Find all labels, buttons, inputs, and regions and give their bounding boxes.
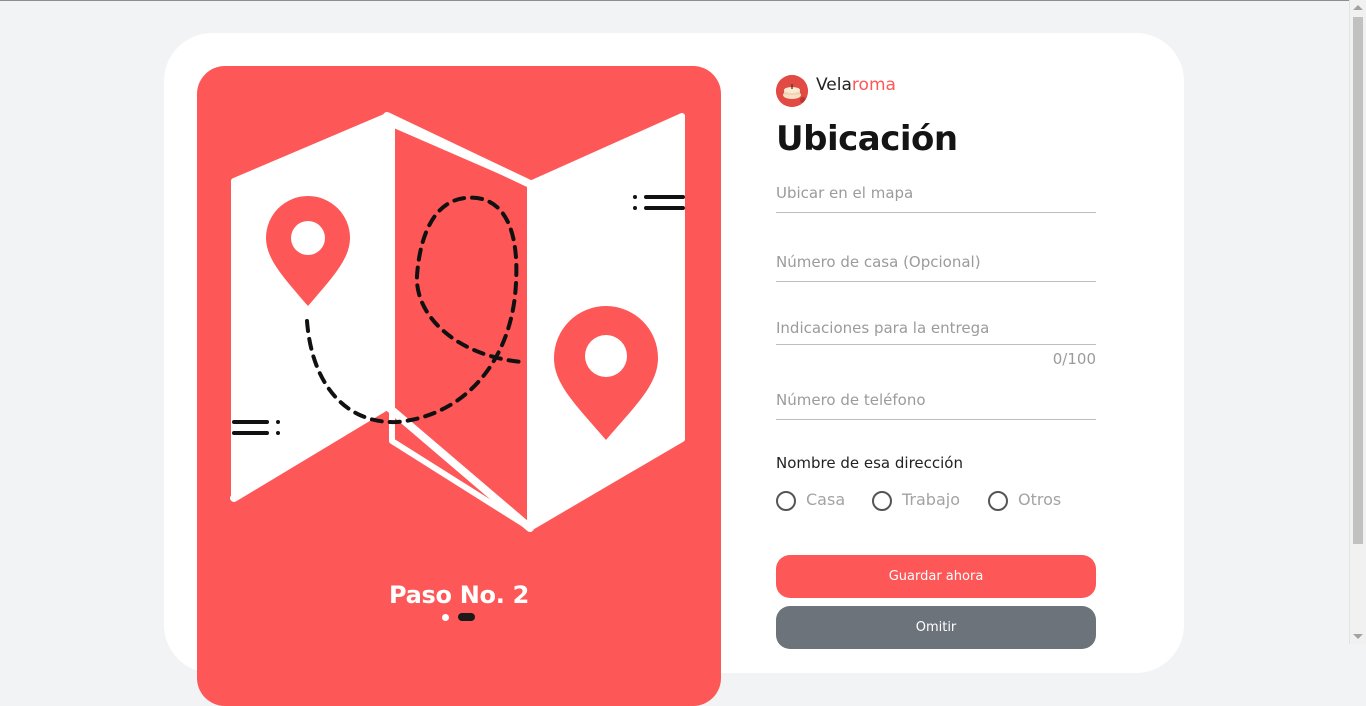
scrollbar-thumb[interactable] (1353, 17, 1363, 544)
step-indicator (197, 613, 721, 623)
delivery-instructions-field[interactable]: Indicaciones para la entrega (776, 318, 1096, 345)
radio-label[interactable]: Otros (1018, 490, 1061, 509)
skip-button[interactable]: Omitir (776, 606, 1096, 649)
phone-number-field[interactable]: Número de teléfono (776, 390, 1096, 420)
step-label: Paso No. 2 (388, 581, 530, 609)
map-illustration-panel: Paso No. 2 (197, 66, 721, 706)
vertical-scrollbar[interactable] (1349, 0, 1366, 644)
scroll-down-arrow-icon[interactable] (1353, 634, 1363, 639)
step-dot-1[interactable] (442, 614, 449, 621)
location-form: Velaroma Ubicación Ubicar en el mapa Núm… (776, 33, 1106, 673)
map-panel-left (231, 113, 395, 501)
radio-otros[interactable]: Otros (988, 490, 1078, 512)
house-number-placeholder: Número de casa (Opcional) (776, 253, 981, 271)
scroll-up-arrow-icon[interactable] (1353, 5, 1363, 10)
address-name-label: Nombre de esa dirección (776, 454, 963, 472)
map-location-placeholder: Ubicar en el mapa (776, 184, 914, 202)
location-card: Paso No. 2 Velaroma Ubicación Ubicar en … (164, 33, 1184, 706)
page-title: Ubicación (776, 119, 958, 159)
save-now-button[interactable]: Guardar ahora (776, 555, 1096, 598)
map-location-field[interactable]: Ubicar en el mapa (776, 183, 1096, 213)
radio-label[interactable]: Trabajo (902, 490, 960, 509)
step-dot-2-active[interactable] (458, 613, 475, 621)
radio-trabajo[interactable]: Trabajo (872, 490, 972, 512)
radio-circle-icon[interactable] (776, 491, 796, 511)
character-counter: 0/100 (1052, 350, 1096, 368)
radio-casa[interactable]: Casa (776, 490, 856, 512)
brand-name: Velaroma (816, 75, 896, 95)
address-name-options: Casa Trabajo Otros (776, 490, 1106, 512)
delivery-instructions-placeholder: Indicaciones para la entrega (776, 319, 990, 337)
brand-logo (776, 75, 808, 107)
radio-label[interactable]: Casa (806, 490, 845, 509)
folded-map-illustration (230, 112, 685, 532)
radio-circle-icon[interactable] (872, 491, 892, 511)
phone-number-placeholder: Número de teléfono (776, 391, 926, 409)
window-top-border (0, 0, 1366, 1)
house-number-field[interactable]: Número de casa (Opcional) (776, 252, 1096, 282)
radio-circle-icon[interactable] (988, 491, 1008, 511)
